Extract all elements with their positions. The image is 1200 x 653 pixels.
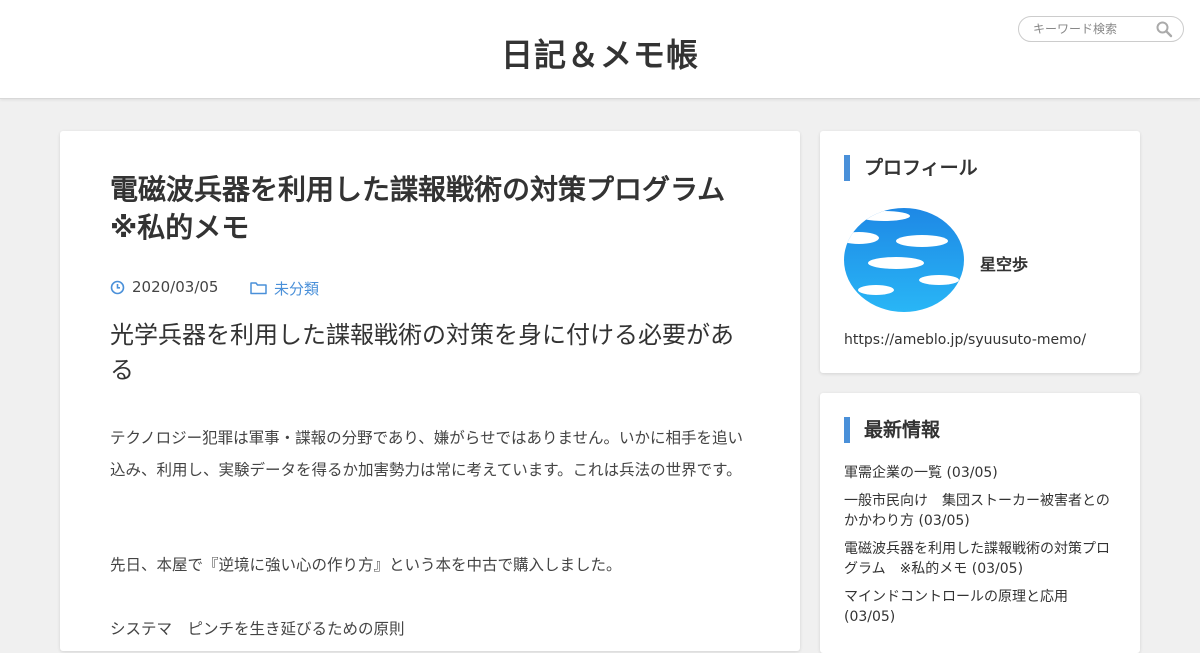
search-icon[interactable] bbox=[1155, 20, 1173, 38]
news-item[interactable]: 一般市民向け 集団ストーカー被害者とのかかわり方 (03/05) bbox=[844, 491, 1119, 531]
section-heading: 光学兵器を利用した諜報戦術の対策を身に付ける必要がある bbox=[110, 321, 734, 384]
post-category-link[interactable]: 未分類 bbox=[274, 278, 319, 299]
sky-clouds-image bbox=[844, 208, 964, 312]
search-box[interactable] bbox=[1018, 16, 1184, 42]
article-card: 電磁波兵器を利用した諜報戦術の対策プログラム ※私的メモ 2020/03/05 … bbox=[60, 131, 800, 651]
post-title: 電磁波兵器を利用した諜報戦術の対策プログラム ※私的メモ bbox=[110, 173, 754, 244]
clock-icon bbox=[110, 280, 125, 295]
profile-widget: プロフィール 星空歩 https://ameblo.jp/syuusuto-me… bbox=[820, 131, 1140, 373]
news-heading: 最新情報 bbox=[844, 417, 940, 443]
post-date-text: 2020/03/05 bbox=[132, 278, 219, 296]
site-header: 日記＆メモ帳 bbox=[0, 0, 1200, 99]
news-list: 軍需企業の一覧 (03/05) 一般市民向け 集団ストーカー被害者とのかかわり方… bbox=[844, 463, 1119, 635]
news-item[interactable]: 電磁波兵器を利用した諜報戦術の対策プログラム ※私的メモ (03/05) bbox=[844, 539, 1119, 579]
folder-icon bbox=[250, 282, 267, 295]
profile-heading: プロフィール bbox=[844, 155, 978, 181]
paragraph: テクノロジー犯罪は軍事・諜報の分野であり、嫌がらせではありません。いかに相手を追… bbox=[110, 429, 744, 479]
news-item[interactable]: マインドコントロールの原理と応用 (03/05) bbox=[844, 587, 1119, 627]
news-item[interactable]: 軍需企業の一覧 (03/05) bbox=[844, 463, 1119, 483]
profile-name: 星空歩 bbox=[980, 255, 1029, 274]
profile-url-link[interactable]: https://ameblo.jp/syuusuto-memo/ bbox=[844, 332, 1086, 348]
paragraph: システマ ピンチを生き延びるための原則 bbox=[110, 620, 405, 638]
news-widget: 最新情報 軍需企業の一覧 (03/05) 一般市民向け 集団ストーカー被害者との… bbox=[820, 393, 1140, 653]
avatar bbox=[844, 208, 964, 312]
search-input[interactable] bbox=[1033, 20, 1153, 38]
paragraph: 先日、本屋で『逆境に強い心の作り方』という本を中古で購入しました。 bbox=[110, 556, 622, 574]
